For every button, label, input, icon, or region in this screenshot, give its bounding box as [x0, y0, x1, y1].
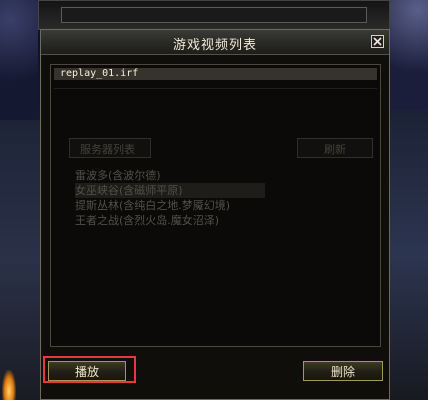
background-left-wall: [0, 120, 40, 400]
server-item: 雷波多(含波尔德): [75, 169, 161, 182]
background-window-frame-inner: [61, 7, 367, 23]
server-item: 提斯丛林(含纯白之地.梦魇幻境): [75, 199, 231, 212]
list-item[interactable]: replay_01.irf: [54, 68, 377, 80]
close-button[interactable]: [371, 35, 384, 48]
list-divider: [54, 88, 377, 89]
server-list-items: 雷波多(含波尔德) 女巫峡谷(含磁师平原) 提斯丛林(含纯白之地.梦魇幻境) 王…: [75, 168, 265, 228]
dialog-titlebar: 游戏视频列表: [41, 30, 389, 55]
background-window-frame: [38, 0, 390, 30]
replay-list[interactable]: replay_01.irf 服务器列表 刷新 雷波多(含波尔德) 女巫峡谷(含磁…: [50, 64, 381, 347]
background-right-wall: [388, 110, 428, 400]
server-list-header-label: 服务器列表: [80, 143, 135, 156]
close-icon: [373, 37, 382, 46]
refresh-button-label: 刷新: [324, 143, 346, 156]
background-torch-fire: [2, 370, 16, 400]
delete-button[interactable]: 删除: [303, 361, 383, 381]
replay-file-name: replay_01.irf: [60, 68, 139, 79]
server-item-selected: 女巫峡谷(含磁师平原): [75, 183, 265, 198]
play-button[interactable]: 播放: [48, 361, 126, 381]
background-right-scene: [388, 0, 428, 110]
refresh-button: 刷新: [297, 138, 373, 158]
replay-list-dialog: 游戏视频列表 replay_01.irf 服务器列表 刷新 雷波多(含波尔德) …: [40, 29, 390, 400]
server-item: 王者之战(含烈火岛.魔女沼泽): [75, 214, 220, 227]
server-list-ghost: 服务器列表 刷新 雷波多(含波尔德) 女巫峡谷(含磁师平原) 提斯丛林(含纯白之…: [65, 138, 375, 258]
background-left-scene: [0, 0, 38, 120]
server-list-header: 服务器列表: [69, 138, 151, 158]
dialog-title: 游戏视频列表: [172, 38, 257, 53]
